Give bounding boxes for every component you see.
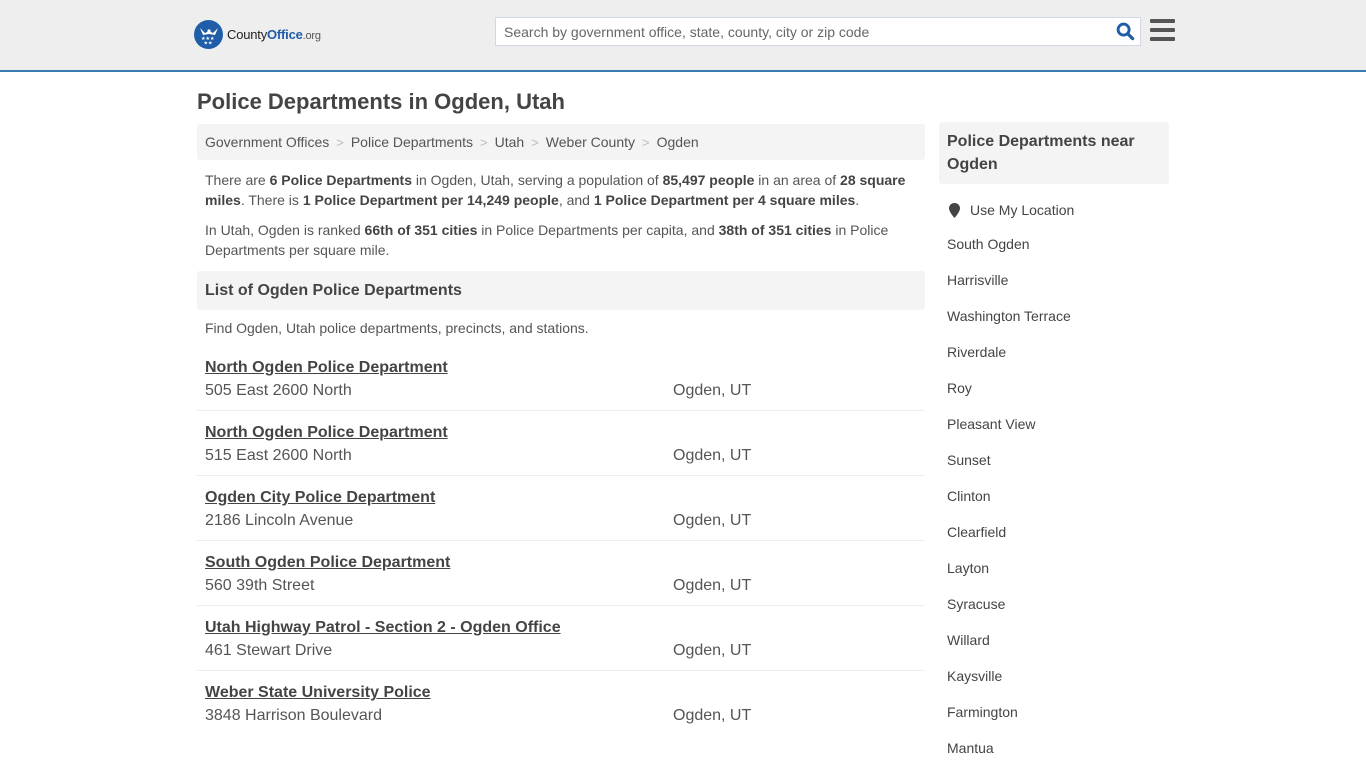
list-description: Find Ogden, Utah police departments, pre… [205,320,589,336]
nearby-city-link[interactable]: South Ogden [947,236,1030,252]
breadcrumb-separator: > [642,134,650,150]
department-address: 560 39th Street [205,577,315,594]
nearby-city-item: Washington Terrace [947,290,1169,326]
department-address: 515 East 2600 North [205,447,352,464]
nearby-city-link[interactable]: Clinton [947,488,991,504]
svg-text:★★: ★★ [203,40,212,45]
nearby-city-item: Clearfield [947,506,1169,542]
nearby-city-link[interactable]: Roy [947,380,972,396]
nearby-city-link[interactable]: Layton [947,560,989,576]
department-address: 2186 Lincoln Avenue [205,512,354,529]
breadcrumb-weber-county[interactable]: Weber County [546,134,635,150]
department-address: 505 East 2600 North [205,382,352,399]
search-input[interactable] [496,18,1110,45]
use-location-row: Use My Location [939,202,1169,218]
logo-eagle-icon: ★★★ ★★ [194,20,223,49]
nearby-city-item: Syracuse [947,578,1169,614]
intro-paragraph-ranking: In Utah, Ogden is ranked 66th of 351 cit… [205,222,889,258]
list-item: Ogden City Police Department 2186 Lincol… [197,476,925,541]
department-city: Ogden, UT [673,512,752,529]
nearby-city-item: Mantua [947,722,1169,758]
nearby-city-item: South Ogden [947,218,1169,254]
nearby-city-item: Sunset [947,434,1169,470]
nearby-city-link[interactable]: Washington Terrace [947,308,1071,324]
nearby-city-link[interactable]: Syracuse [947,596,1005,612]
search-bar [495,17,1141,46]
site-logo[interactable]: ★★★ ★★ CountyOffice.org [194,20,321,49]
page-title: Police Departments in Ogden, Utah [197,89,565,114]
intro-paragraph-stats: There are 6 Police Departments in Ogden,… [205,172,906,208]
breadcrumb-police-departments[interactable]: Police Departments [351,134,473,150]
nearby-city-link[interactable]: Kaysville [947,668,1002,684]
nearby-city-link[interactable]: Pleasant View [947,416,1035,432]
nearby-city-link[interactable]: Clearfield [947,524,1006,540]
sidebar: Police Departments near Ogden Use My Loc… [939,122,1169,758]
list-item: Weber State University Police 3848 Harri… [197,671,925,736]
nearby-city-item: Pleasant View [947,398,1169,434]
nearby-city-item: Harrisville [947,254,1169,290]
nearby-city-link[interactable]: Sunset [947,452,991,468]
department-link[interactable]: North Ogden Police Department [205,424,448,442]
nearby-city-item: Layton [947,542,1169,578]
logo-text: CountyOffice.org [227,27,321,42]
nearby-city-link[interactable]: Harrisville [947,272,1008,288]
nearby-city-item: Riverdale [947,326,1169,362]
department-city: Ogden, UT [673,577,752,594]
department-address: 461 Stewart Drive [205,642,333,659]
nearby-city-link[interactable]: Riverdale [947,344,1006,360]
list-item: North Ogden Police Department 505 East 2… [197,346,925,411]
nearby-city-link[interactable]: Mantua [947,740,994,756]
breadcrumb-separator: > [480,134,488,150]
intro-text: There are 6 Police Departments in Ogden,… [197,160,925,260]
search-button[interactable] [1110,18,1140,45]
list-item: South Ogden Police Department 560 39th S… [197,541,925,606]
department-city: Ogden, UT [673,447,752,464]
breadcrumb-separator: > [336,134,344,150]
nearby-city-link[interactable]: Farmington [947,704,1018,720]
breadcrumb: Government Offices > Police Departments … [197,124,925,160]
list-item: Utah Highway Patrol - Section 2 - Ogden … [197,606,925,671]
department-link[interactable]: North Ogden Police Department [205,359,448,377]
department-link[interactable]: Weber State University Police [205,684,431,702]
department-address: 3848 Harrison Boulevard [205,707,382,724]
map-marker-icon [949,202,960,218]
department-link[interactable]: Utah Highway Patrol - Section 2 - Ogden … [205,619,561,637]
breadcrumb-separator: > [531,134,539,150]
sidebar-heading: Police Departments near Ogden [939,122,1169,184]
search-icon [1116,22,1134,41]
hamburger-menu-icon[interactable] [1150,19,1175,41]
breadcrumb-utah[interactable]: Utah [495,134,525,150]
department-link[interactable]: Ogden City Police Department [205,489,435,507]
nearby-city-item: Clinton [947,470,1169,506]
use-my-location-link[interactable]: Use My Location [970,202,1074,218]
main-column: Government Offices > Police Departments … [197,124,925,736]
nearby-cities-list: South Ogden Harrisville Washington Terra… [939,218,1169,758]
nearby-city-item: Roy [947,362,1169,398]
site-header: ★★★ ★★ CountyOffice.org [0,0,1366,72]
department-city: Ogden, UT [673,382,752,399]
nearby-city-link[interactable]: Willard [947,632,990,648]
department-city: Ogden, UT [673,707,752,724]
breadcrumb-government-offices[interactable]: Government Offices [205,134,329,150]
department-city: Ogden, UT [673,642,752,659]
department-link[interactable]: South Ogden Police Department [205,554,450,572]
list-heading: List of Ogden Police Departments [197,271,925,310]
nearby-city-item: Kaysville [947,650,1169,686]
list-item: North Ogden Police Department 515 East 2… [197,411,925,476]
nearby-city-item: Farmington [947,686,1169,722]
breadcrumb-ogden[interactable]: Ogden [657,134,699,150]
nearby-city-item: Willard [947,614,1169,650]
department-list: North Ogden Police Department 505 East 2… [197,346,925,736]
